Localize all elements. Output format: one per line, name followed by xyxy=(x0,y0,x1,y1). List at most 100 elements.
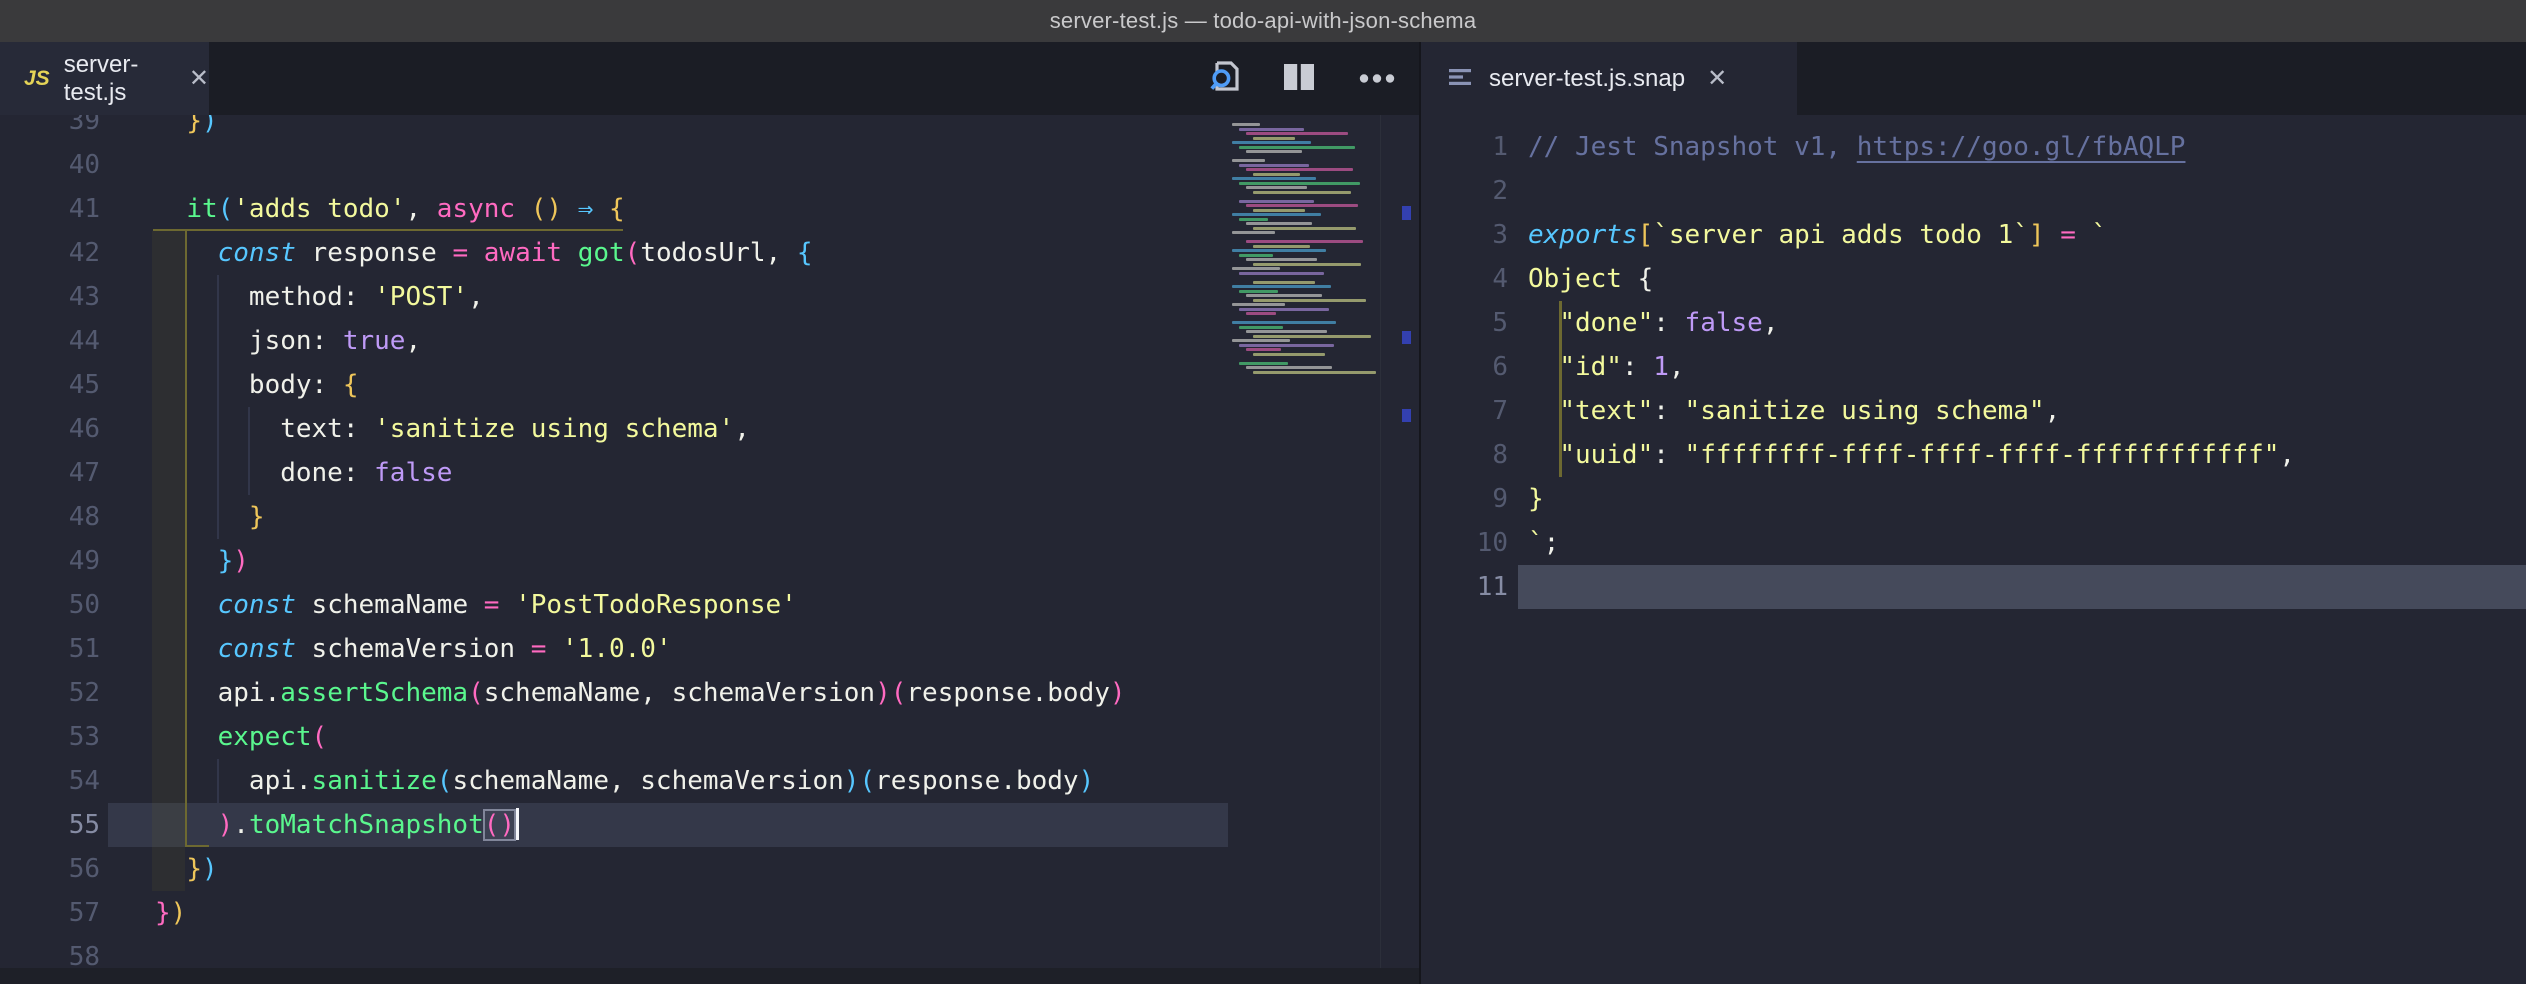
line-number[interactable]: 52 xyxy=(20,671,100,715)
code-line[interactable]: }) xyxy=(155,891,186,935)
line-number[interactable]: 11 xyxy=(1445,565,1508,609)
line-number[interactable]: 50 xyxy=(20,583,100,627)
code-token: body: xyxy=(155,370,343,400)
code-token: : xyxy=(1622,352,1653,382)
code-line[interactable]: api.assertSchema(schemaName, schemaVersi… xyxy=(155,671,1126,715)
code-line[interactable]: json: true, xyxy=(155,319,421,363)
code-line[interactable]: api.sanitize(schemaName, schemaVersion)(… xyxy=(155,759,1094,803)
code-token: : xyxy=(1653,440,1684,470)
code-line[interactable]: } xyxy=(1528,477,1544,521)
line-number[interactable]: 39 xyxy=(20,115,100,143)
code-line[interactable]: }) xyxy=(155,115,218,143)
code-token: ) xyxy=(1110,678,1126,708)
line-number[interactable]: 43 xyxy=(20,275,100,319)
code-line[interactable]: "uuid": "ffffffff-ffff-ffff-ffff-fffffff… xyxy=(1528,433,2295,477)
code-token: `server api adds todo 1` xyxy=(1653,220,2029,250)
split-editor-icon[interactable] xyxy=(1282,60,1318,98)
line-number[interactable]: 3 xyxy=(1445,213,1508,257)
line-number[interactable]: 56 xyxy=(20,847,100,891)
code-line[interactable]: method: 'POST', xyxy=(155,275,484,319)
code-token: . xyxy=(233,810,249,840)
line-number[interactable]: 9 xyxy=(1445,477,1508,521)
minimap-code-row xyxy=(1239,164,1309,167)
line-number[interactable]: 58 xyxy=(20,935,100,968)
line-number[interactable]: 51 xyxy=(20,627,100,671)
code-token: ( xyxy=(312,722,328,752)
line-number[interactable]: 45 xyxy=(20,363,100,407)
more-actions-icon[interactable] xyxy=(1358,69,1396,88)
line-number[interactable]: 53 xyxy=(20,715,100,759)
line-number[interactable]: 40 xyxy=(20,143,100,187)
tab-server-test-js-snap[interactable]: server-test.js.snap ✕ xyxy=(1421,42,1797,115)
line-number[interactable]: 44 xyxy=(20,319,100,363)
code-token: method: xyxy=(155,282,374,312)
line-number[interactable]: 49 xyxy=(20,539,100,583)
code-line[interactable]: }) xyxy=(155,539,249,583)
code-line[interactable]: const schemaName = 'PostTodoResponse' xyxy=(155,583,797,627)
line-number[interactable]: 46 xyxy=(20,407,100,451)
line-number[interactable]: 2 xyxy=(1445,169,1508,213)
code-token: ) xyxy=(202,115,218,136)
code-line[interactable]: it('adds todo', async () ⇒ { xyxy=(155,187,625,231)
code-token xyxy=(155,546,218,576)
editor-server-test-js-snap[interactable]: 1 // Jest Snapshot v1, https://goo.gl/fbA… xyxy=(1421,115,2526,984)
code-token: api. xyxy=(155,678,280,708)
code-token: const xyxy=(218,238,296,268)
code-line[interactable]: text: 'sanitize using schema', xyxy=(155,407,750,451)
code-line[interactable]: exports[`server api adds todo 1`] = ` xyxy=(1528,213,2107,257)
code-token: "done" xyxy=(1559,308,1653,338)
code-line[interactable]: // Jest Snapshot v1, https://goo.gl/fbAQ… xyxy=(1528,125,2185,169)
line-number[interactable]: 57 xyxy=(20,891,100,935)
code-token: 1 xyxy=(1653,352,1669,382)
horizontal-scrollbar-track[interactable] xyxy=(0,968,1419,984)
minimap-code-row xyxy=(1253,335,1371,338)
line-number[interactable]: 10 xyxy=(1445,521,1508,565)
code-line[interactable]: body: { xyxy=(155,363,359,407)
line-number[interactable]: 5 xyxy=(1445,301,1508,345)
code-token: = xyxy=(2060,220,2076,250)
code-line[interactable]: "text": "sanitize using schema", xyxy=(1528,389,2060,433)
code-line[interactable]: ).toMatchSnapshot() xyxy=(155,803,519,847)
code-line[interactable]: const response = await got(todosUrl, { xyxy=(155,231,813,275)
line-number[interactable]: 48 xyxy=(20,495,100,539)
code-line[interactable]: expect( xyxy=(155,715,327,759)
code-token: it xyxy=(186,194,217,224)
line-number[interactable]: 54 xyxy=(20,759,100,803)
code-line[interactable]: }) xyxy=(155,847,218,891)
code-line[interactable]: } xyxy=(155,495,265,539)
line-number[interactable]: 55 xyxy=(20,803,100,847)
code-token: sanitize xyxy=(312,766,437,796)
code-line[interactable]: const schemaVersion = '1.0.0' xyxy=(155,627,672,671)
code-line[interactable]: "id": 1, xyxy=(1528,345,1685,389)
line-number[interactable]: 8 xyxy=(1445,433,1508,477)
code-token: false xyxy=(374,458,452,488)
code-token: } xyxy=(1528,484,1544,514)
close-tab-icon[interactable]: ✕ xyxy=(189,64,209,93)
text-cursor xyxy=(516,808,519,840)
open-changes-icon[interactable] xyxy=(1205,57,1245,101)
code-line[interactable]: done: false xyxy=(155,451,452,495)
line-number[interactable]: 1 xyxy=(1445,125,1508,169)
minimap-code-row xyxy=(1253,209,1305,212)
code-token: , xyxy=(2045,396,2061,426)
editor-server-test-js[interactable]: 39 }) 4041 it('adds todo', async () ⇒ { 42… xyxy=(0,115,1419,968)
code-line[interactable]: Object { xyxy=(1528,257,1653,301)
code-line[interactable]: `; xyxy=(1528,521,1559,565)
minimap-code-row xyxy=(1246,294,1322,297)
minimap-code-row xyxy=(1253,227,1356,230)
code-token: , xyxy=(405,194,436,224)
line-number[interactable]: 47 xyxy=(20,451,100,495)
overview-ruler-mark xyxy=(1402,331,1411,344)
close-tab-icon[interactable]: ✕ xyxy=(1707,64,1727,93)
minimap-code-row xyxy=(1246,240,1363,243)
minimap-code-row xyxy=(1232,339,1290,342)
line-number[interactable]: 41 xyxy=(20,187,100,231)
code-line[interactable]: "done": false, xyxy=(1528,301,1778,345)
line-number[interactable]: 7 xyxy=(1445,389,1508,433)
minimap-code-row xyxy=(1239,128,1304,131)
tab-server-test-js[interactable]: JS server-test.js ✕ xyxy=(0,42,209,115)
line-number[interactable]: 6 xyxy=(1445,345,1508,389)
line-number[interactable]: 42 xyxy=(20,231,100,275)
minimap[interactable] xyxy=(1228,123,1380,423)
line-number[interactable]: 4 xyxy=(1445,257,1508,301)
